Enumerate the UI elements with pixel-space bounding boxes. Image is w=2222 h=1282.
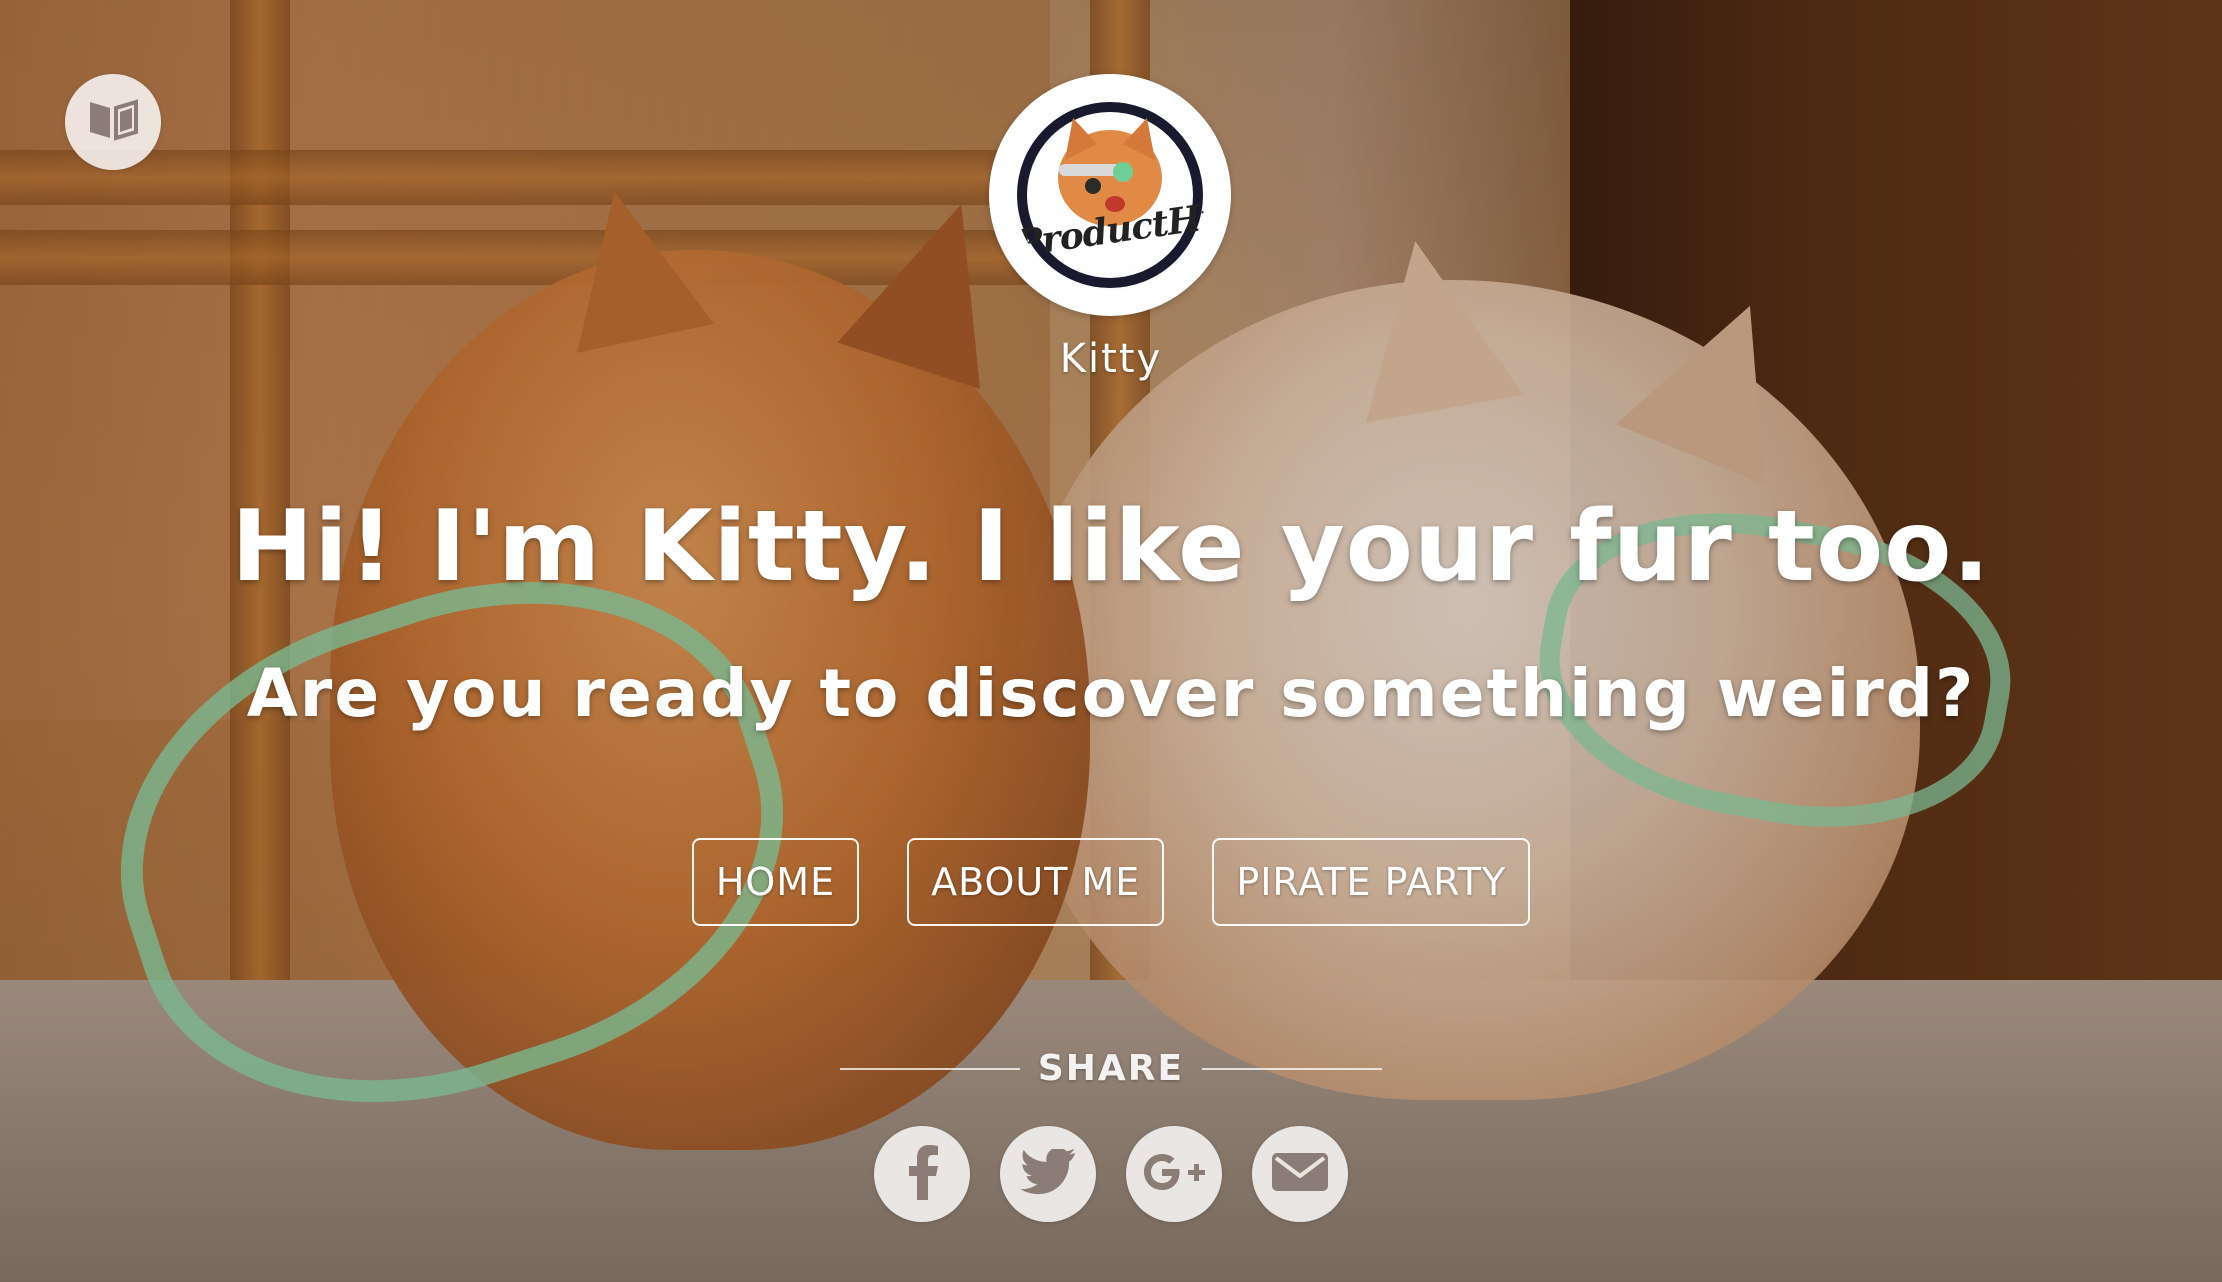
google-plus-share-button[interactable] xyxy=(1126,1126,1222,1222)
site-name[interactable]: Kitty xyxy=(0,336,2222,382)
hero-headline: Hi! I'm Kitty. I like your fur too. xyxy=(231,490,1991,604)
avatar[interactable]: ProductHunt xyxy=(989,74,1231,316)
share-label: SHARE xyxy=(1037,1048,1185,1089)
hero-subheadline: Are you ready to discover something weir… xyxy=(246,655,1976,732)
share-divider-right xyxy=(1202,1067,1383,1070)
email-icon xyxy=(1270,1151,1330,1197)
share-buttons xyxy=(0,1126,2222,1222)
main-nav: HOME ABOUT ME PIRATE PARTY xyxy=(0,838,2222,926)
nav-home-button[interactable]: HOME xyxy=(691,838,860,926)
google-plus-icon xyxy=(1142,1152,1206,1196)
nav-about-me-button[interactable]: ABOUT ME xyxy=(907,838,1165,926)
landing-page: ProductHunt Kitty Hi! I'm Kitty. I like … xyxy=(0,0,2222,1282)
email-share-button[interactable] xyxy=(1252,1126,1348,1222)
menu-toggle-button[interactable] xyxy=(65,74,161,170)
nav-pirate-party-button[interactable]: PIRATE PARTY xyxy=(1212,838,1531,926)
share-heading: SHARE xyxy=(0,1048,2222,1089)
book-icon xyxy=(86,98,140,146)
facebook-icon xyxy=(902,1144,942,1204)
share-divider-left xyxy=(839,1067,1020,1070)
twitter-icon xyxy=(1020,1147,1076,1199)
avatar-image: ProductHunt xyxy=(1015,100,1205,290)
facebook-share-button[interactable] xyxy=(874,1126,970,1222)
twitter-share-button[interactable] xyxy=(1000,1126,1096,1222)
